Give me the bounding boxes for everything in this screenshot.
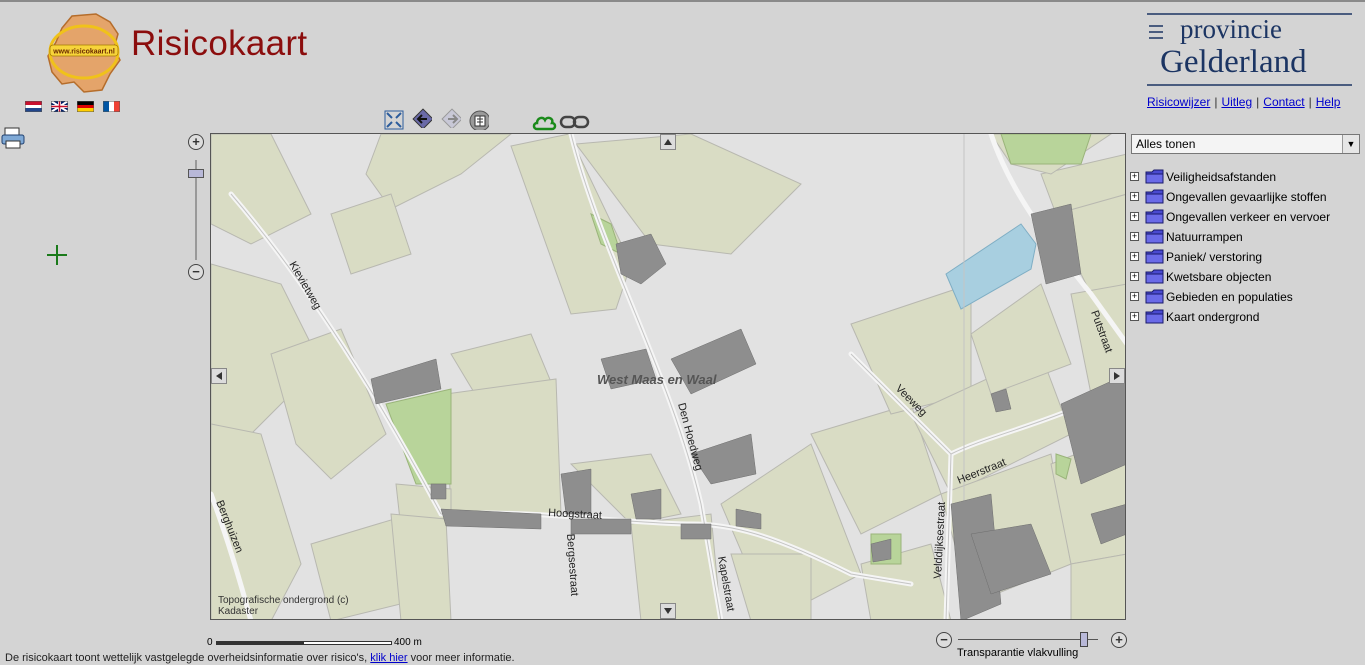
- link-icon[interactable]: [559, 114, 591, 130]
- risicokaart-logo[interactable]: www.risicokaart.nl: [44, 12, 124, 94]
- forward-icon[interactable]: [441, 108, 461, 128]
- layer-label: Paniek/ verstoring: [1166, 250, 1263, 264]
- expand-icon[interactable]: +: [1130, 232, 1139, 241]
- footer-text: De risicokaart toont wettelijk vastgeleg…: [5, 652, 515, 664]
- scalebar-start: 0: [207, 637, 213, 648]
- pan-down-button[interactable]: [660, 603, 676, 619]
- folder-icon: [1145, 209, 1164, 224]
- transparency-increase-button[interactable]: +: [1111, 632, 1127, 648]
- folder-icon: [1145, 269, 1164, 284]
- expand-icon[interactable]: +: [1130, 252, 1139, 261]
- layer-label: Ongevallen gevaarlijke stoffen: [1166, 190, 1327, 204]
- folder-icon: [1145, 289, 1164, 304]
- expand-icon[interactable]: +: [1130, 312, 1139, 321]
- transparency-slider-track[interactable]: [958, 639, 1098, 640]
- de-flag-icon[interactable]: [77, 101, 94, 112]
- folder-icon: [1145, 189, 1164, 204]
- folder-icon: [1145, 249, 1164, 264]
- expand-icon[interactable]: +: [1130, 212, 1139, 221]
- uk-flag-icon[interactable]: [51, 101, 68, 112]
- scalebar-end: 400 m: [394, 637, 422, 648]
- link-uitleg[interactable]: Uitleg: [1221, 95, 1252, 109]
- municipality-label: West Maas en Waal: [597, 372, 717, 387]
- province-label: provincie: [1180, 14, 1282, 44]
- layer-label: Kaart ondergrond: [1166, 310, 1260, 324]
- scalebar-fill: [217, 642, 304, 644]
- attribution-line2: Kadaster: [218, 606, 259, 617]
- folder-icon: [1145, 309, 1164, 324]
- link-help[interactable]: Help: [1316, 95, 1341, 109]
- footer-more-info-link[interactable]: klik hier: [370, 652, 407, 664]
- chevron-down-icon[interactable]: ▼: [1342, 135, 1359, 153]
- pan-up-button[interactable]: [660, 134, 676, 150]
- transparency-decrease-button[interactable]: −: [936, 632, 952, 648]
- footer-text-after: voor meer informatie.: [410, 652, 515, 664]
- layer-label: Veiligheidsafstanden: [1166, 170, 1277, 184]
- nl-flag-icon[interactable]: [25, 101, 42, 112]
- fr-flag-icon[interactable]: [103, 101, 120, 112]
- expand-icon[interactable]: +: [1130, 272, 1139, 281]
- scalebar: [216, 641, 392, 645]
- expand-icon[interactable]: +: [1130, 192, 1139, 201]
- layer-label: Ongevallen verkeer en vervoer: [1166, 210, 1331, 224]
- map-canvas[interactable]: Kievietweg Den Hoedweg Hoogstraat Bergse…: [211, 134, 1126, 620]
- expand-icon[interactable]: +: [1130, 292, 1139, 301]
- zoom-in-button[interactable]: +: [188, 134, 204, 150]
- link-contact[interactable]: Contact: [1263, 95, 1304, 109]
- transparency-slider-handle[interactable]: [1080, 632, 1088, 647]
- cloud-icon[interactable]: [531, 111, 557, 133]
- top-border: [0, 0, 1365, 2]
- folder-icon: [1145, 169, 1164, 184]
- footer-text-before: De risicokaart toont wettelijk vastgeleg…: [5, 652, 368, 664]
- folder-icon: [1145, 229, 1164, 244]
- layer-label: Natuurrampen: [1166, 230, 1243, 244]
- layer-filter-value: Alles tonen: [1136, 137, 1196, 151]
- map-viewport[interactable]: Kievietweg Den Hoedweg Hoogstraat Bergse…: [210, 133, 1126, 620]
- logo-url-text: www.risicokaart.nl: [52, 49, 115, 56]
- province-name: Gelderland: [1160, 44, 1307, 80]
- zoom-out-button[interactable]: −: [188, 264, 204, 280]
- attribution-line1: Topografische ondergrond (c): [218, 595, 349, 606]
- link-risicowijzer[interactable]: Risicowijzer: [1147, 95, 1210, 109]
- app-title: Risicokaart: [131, 24, 308, 63]
- layer-label: Gebieden en populaties: [1166, 290, 1293, 304]
- transparency-label: Transparantie vlakvulling: [957, 647, 1079, 659]
- header-links: Risicowijzer | Uitleg | Contact | Help: [1147, 95, 1341, 109]
- pan-right-button[interactable]: [1109, 368, 1125, 384]
- expand-icon[interactable]: +: [1130, 172, 1139, 181]
- zoom-slider-handle[interactable]: [188, 169, 204, 178]
- layer-filter-select[interactable]: Alles tonen ▼: [1131, 134, 1360, 154]
- crosshair-icon[interactable]: [46, 244, 68, 266]
- back-icon[interactable]: [412, 108, 432, 128]
- pan-left-button[interactable]: [211, 368, 227, 384]
- layer-label: Kwetsbare objecten: [1166, 270, 1272, 284]
- measure-icon[interactable]: [469, 110, 489, 130]
- print-icon[interactable]: [0, 126, 26, 150]
- full-extent-icon[interactable]: [384, 110, 404, 130]
